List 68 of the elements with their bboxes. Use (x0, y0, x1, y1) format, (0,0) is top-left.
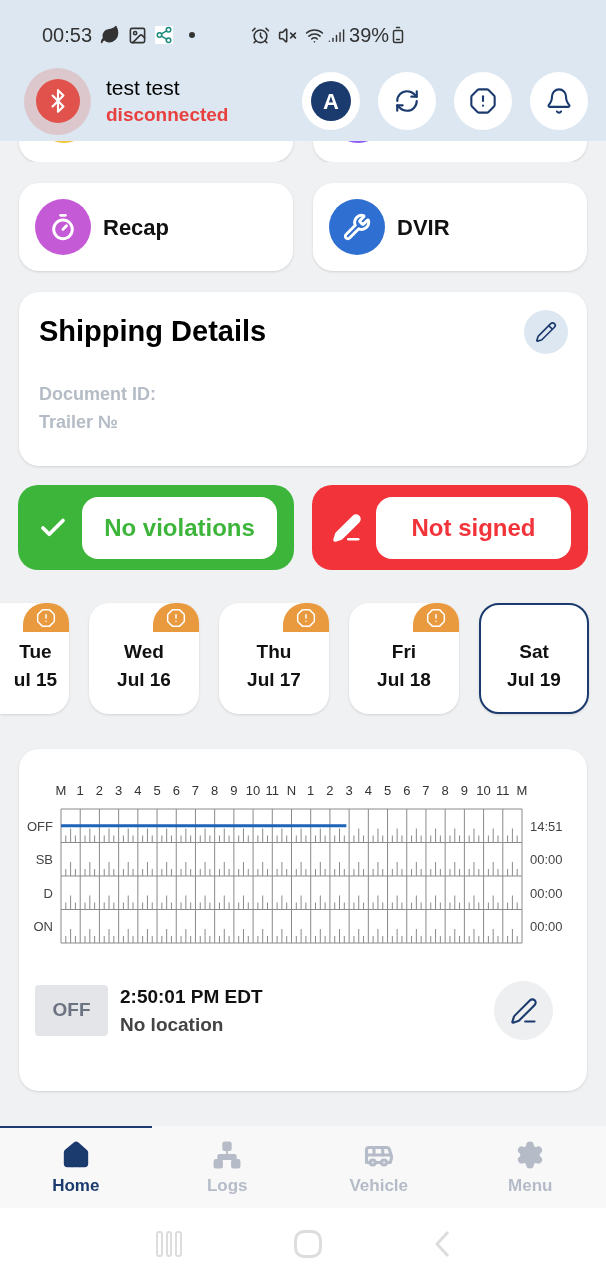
duty-status-label: D (43, 885, 53, 901)
signature-button[interactable]: Not signed (312, 485, 588, 570)
shortcut-card[interactable]: Recap (19, 183, 293, 271)
sync-icon (394, 88, 420, 114)
hour-label: 7 (191, 783, 200, 798)
field-label: Trailer № (39, 411, 120, 434)
signal-icon (328, 26, 346, 44)
status-total: 00:00 (530, 885, 563, 901)
day-card[interactable]: Tue ul 15 (0, 603, 69, 714)
warning-badge (283, 603, 329, 632)
hour-label: 4 (134, 783, 142, 798)
pen-icon (332, 512, 362, 543)
battery-percent: 39% (349, 23, 390, 48)
day-card[interactable]: Sat Jul 19 (479, 603, 589, 714)
hour-label: 2 (326, 783, 334, 798)
status-time: 2:50:01 PM EDT (120, 984, 263, 1009)
warning-badge (153, 603, 199, 632)
hour-label: 7 (422, 783, 430, 798)
card-title: Shipping Details (39, 314, 267, 350)
hour-label: 9 (230, 783, 238, 798)
status-location: No location (120, 1012, 225, 1037)
hour-label: 4 (364, 783, 372, 798)
hour-label: 3 (115, 783, 123, 798)
hour-label: 10 (245, 783, 261, 798)
field-label: Document ID: (39, 383, 157, 406)
alert-icon (469, 87, 497, 115)
leaf-icon (100, 25, 121, 45)
hour-label: 1 (76, 783, 84, 798)
mute-icon (278, 25, 298, 45)
day-card[interactable]: Fri Jul 18 (349, 603, 459, 714)
warning-badge (23, 603, 69, 632)
status-total: 00:00 (530, 919, 563, 935)
day-card[interactable]: Thu Jul 17 (219, 603, 329, 714)
status-total: 00:00 (530, 852, 563, 868)
status-time: 00:53 (42, 23, 93, 48)
avatar-button[interactable]: A (302, 72, 360, 130)
hour-label: M (55, 783, 67, 798)
hour-label: 8 (211, 783, 219, 798)
day-card[interactable]: Wed Jul 16 (89, 603, 199, 714)
hour-label: 11 (265, 783, 280, 798)
hour-label: N (286, 783, 297, 798)
current-status-badge: OFF (35, 985, 108, 1036)
bell-icon (545, 87, 573, 115)
hour-label: 9 (460, 783, 468, 798)
hour-label: 6 (172, 783, 180, 798)
hour-label: 5 (153, 783, 161, 798)
pencil-icon (535, 321, 557, 343)
hour-label: 5 (383, 783, 392, 798)
user-name: test test (106, 75, 181, 101)
pen-icon (509, 996, 538, 1025)
alarm-icon (251, 25, 271, 45)
hour-label: 6 (403, 783, 411, 798)
hour-label: 1 (307, 783, 315, 798)
duty-status-label: SB (35, 852, 53, 868)
hour-label: 10 (476, 783, 491, 798)
status-total: 14:51 (530, 818, 563, 834)
hour-label: 2 (95, 783, 104, 798)
edit-button[interactable] (524, 310, 568, 354)
connection-status: disconnected (106, 103, 229, 127)
duty-status-label: ON (33, 919, 53, 935)
hour-label: M (516, 783, 528, 798)
hour-label: 3 (345, 783, 353, 798)
hour-label: 8 (441, 783, 449, 798)
shortcut-card[interactable]: DVIR (313, 183, 587, 271)
warning-badge (413, 603, 459, 632)
duty-status-label: OFF (27, 818, 53, 834)
image-icon (128, 25, 148, 45)
hour-label: 11 (496, 783, 510, 798)
